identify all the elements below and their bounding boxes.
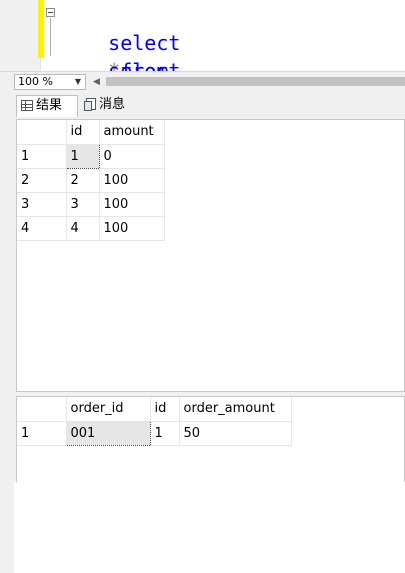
column-header[interactable]: order_amount bbox=[179, 397, 292, 422]
tab-messages[interactable]: 消息 bbox=[80, 95, 138, 117]
table-cell[interactable]: 0 bbox=[99, 144, 165, 169]
status-bar: 100 % ▼ ◀ bbox=[0, 71, 405, 91]
table-cell[interactable]: 100 bbox=[99, 168, 165, 193]
left-gutter bbox=[0, 91, 14, 573]
table-cell[interactable]: 1 bbox=[150, 421, 180, 446]
results-tab-strip: 结果 消息 bbox=[0, 91, 405, 117]
zoom-value: 100 % bbox=[18, 75, 53, 88]
corner-cell[interactable] bbox=[17, 120, 67, 145]
corner-cell[interactable] bbox=[17, 397, 67, 422]
collapse-outline-icon[interactable] bbox=[46, 8, 55, 17]
row-number[interactable]: 3 bbox=[17, 192, 67, 217]
change-tracking-bar bbox=[38, 0, 44, 58]
chevron-down-icon: ▼ bbox=[74, 77, 81, 86]
outline-guide bbox=[50, 18, 51, 56]
table-cell[interactable]: 4 bbox=[66, 216, 100, 241]
table-row: 4 4 100 bbox=[17, 216, 165, 241]
row-number[interactable]: 4 bbox=[17, 216, 67, 241]
table-cell[interactable]: 100 bbox=[99, 216, 165, 241]
table-row: 2 2 100 bbox=[17, 168, 165, 193]
table-cell[interactable]: 50 bbox=[179, 421, 292, 446]
header-row: order_id id order_amount bbox=[17, 397, 292, 422]
column-header[interactable]: id bbox=[66, 120, 100, 145]
tab-results[interactable]: 结果 bbox=[16, 95, 78, 117]
table-row: 1 001 1 50 bbox=[17, 420, 292, 446]
result-grid-2[interactable]: order_id id order_amount 1 001 1 50 bbox=[16, 396, 405, 482]
result-table-2: order_id id order_amount 1 001 1 50 bbox=[17, 397, 292, 446]
table-cell[interactable]: 3 bbox=[66, 192, 100, 217]
result-grid-1[interactable]: id amount 1 1 0 2 2 100 3 3 100 4 4 100 bbox=[16, 119, 405, 392]
grid-icon bbox=[21, 100, 33, 111]
zoom-dropdown[interactable]: 100 % ▼ bbox=[14, 74, 86, 90]
tab-results-label: 结果 bbox=[36, 98, 63, 113]
table-row: 1 1 0 bbox=[17, 143, 165, 169]
column-header[interactable]: order_id bbox=[66, 397, 151, 422]
row-number[interactable]: 1 bbox=[17, 421, 67, 446]
table-row: 3 3 100 bbox=[17, 192, 165, 217]
table-cell[interactable]: 2 bbox=[66, 168, 100, 193]
query-editor[interactable]: select *from goods; select *from order_d… bbox=[0, 0, 405, 139]
table-cell[interactable]: 100 bbox=[99, 192, 165, 217]
header-row: id amount bbox=[17, 120, 165, 145]
table-cell-selected[interactable]: 001 bbox=[65, 420, 151, 446]
code-line-1[interactable]: select *from goods; bbox=[60, 1, 180, 111]
column-header[interactable]: id bbox=[150, 397, 180, 422]
column-header[interactable]: amount bbox=[99, 120, 165, 145]
row-number[interactable]: 2 bbox=[17, 168, 67, 193]
result-table-1: id amount 1 1 0 2 2 100 3 3 100 4 4 100 bbox=[17, 120, 165, 241]
horizontal-scrollbar-thumb[interactable] bbox=[106, 77, 405, 86]
tab-messages-label: 消息 bbox=[99, 97, 126, 112]
message-icon bbox=[84, 98, 96, 111]
code-line-2[interactable]: select *from order_d; bbox=[60, 29, 207, 139]
table-cell-selected[interactable]: 1 bbox=[65, 143, 100, 169]
scroll-left-icon[interactable]: ◀ bbox=[93, 75, 100, 89]
row-number[interactable]: 1 bbox=[17, 144, 67, 169]
editor-margin bbox=[0, 0, 41, 71]
